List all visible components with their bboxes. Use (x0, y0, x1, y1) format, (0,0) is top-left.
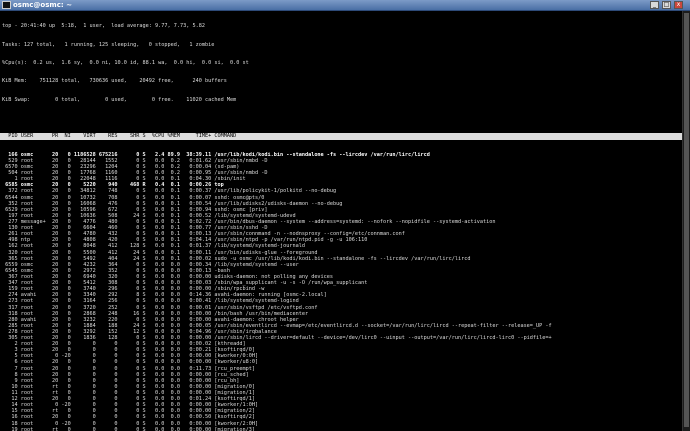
window-titlebar[interactable]: osmc@osmc: ~ _ □ x (0, 0, 690, 11)
process-row: 19 root rt 0 0 0 0 S 0.0 0.0 0:00.00 [mi… (2, 426, 255, 431)
maximize-button[interactable]: □ (662, 1, 671, 9)
close-button[interactable]: x (674, 1, 683, 9)
summary-swap-line: KiB Swap: 0 total, 0 used, 0 free. 11020… (2, 96, 237, 103)
summary-uptime-line: top - 20:41:40 up 5:18, 1 user, load ave… (2, 23, 206, 30)
terminal-icon (2, 1, 11, 9)
process-table-header: PID USER PR NI VIRT RES SHR S %CPU %MEM … (0, 133, 682, 140)
window-title: osmc@osmc: ~ (13, 1, 72, 9)
summary-tasks-line: Tasks: 127 total, 1 running, 125 sleepin… (2, 41, 215, 48)
minimize-button[interactable]: _ (650, 1, 659, 9)
terminal-scrollbar[interactable] (682, 11, 690, 431)
summary-cpu-line: %Cpu(s): 0.2 us, 1.6 sy, 0.0 ni, 10.0 id… (2, 59, 249, 66)
terminal-output[interactable]: top - 20:41:40 up 5:18, 1 user, load ave… (0, 11, 682, 431)
summary-mem-line: KiB Mem: 751128 total, 730636 used, 2049… (2, 78, 227, 85)
scrollbar-thumb[interactable] (684, 13, 689, 427)
process-list: 166 osmc 20 0 1186528 675216 0 S 2.4 89.… (0, 152, 682, 431)
